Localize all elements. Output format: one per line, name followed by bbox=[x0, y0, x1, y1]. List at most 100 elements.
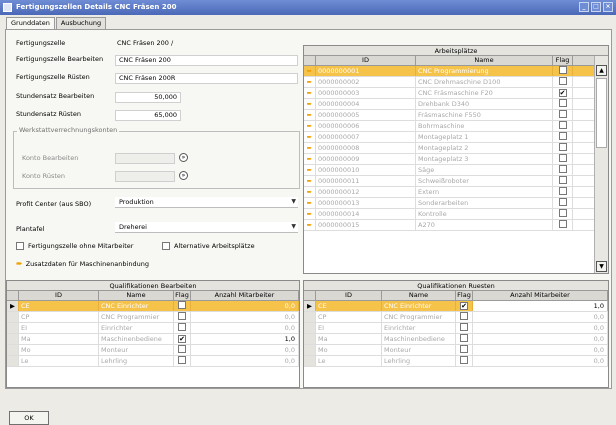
flag-checkbox[interactable] bbox=[558, 66, 567, 74]
flag-checkbox[interactable] bbox=[558, 143, 567, 151]
table-row[interactable]: ➨ 0000000009 Montageplatz 3 bbox=[304, 154, 608, 165]
flag-checkbox[interactable] bbox=[558, 132, 567, 140]
col-id[interactable]: ID bbox=[316, 291, 382, 300]
col-id[interactable]: ID bbox=[19, 291, 99, 300]
flag-checkbox[interactable] bbox=[460, 334, 468, 342]
col-id[interactable]: ID bbox=[316, 56, 416, 65]
cell-anzahl[interactable]: 0,0 bbox=[191, 356, 299, 366]
table-row[interactable]: ➨ 0000000010 Säge bbox=[304, 165, 608, 176]
table-row[interactable]: EI Einrichter 0,0 bbox=[7, 323, 299, 334]
stundensatz-bearbeiten-field[interactable]: 50,000 bbox=[115, 92, 181, 103]
table-row[interactable]: ➨ 0000000003 CNC Fräsmaschine F20 ✔ bbox=[304, 88, 608, 99]
table-row[interactable]: Ma Maschinenbediene 0,0 bbox=[304, 334, 608, 345]
table-row[interactable]: ➨ 0000000012 Extern bbox=[304, 187, 608, 198]
col-name[interactable]: Name bbox=[382, 291, 456, 300]
table-row[interactable]: Le Lehrling 0,0 bbox=[304, 356, 608, 367]
flag-checkbox[interactable] bbox=[178, 301, 186, 309]
table-row[interactable]: ▶ CE CNC Einrichter 0,0 bbox=[7, 301, 299, 312]
konto-bearbeiten-lookup-icon[interactable]: » bbox=[179, 153, 188, 162]
zusatzdaten-link[interactable]: ➨ Zusatzdaten für Maschinenanbindung bbox=[16, 259, 149, 268]
table-row[interactable]: CP CNC Programmier 0,0 bbox=[7, 312, 299, 323]
tab-grunddaten[interactable]: Grunddaten bbox=[6, 17, 55, 29]
col-flag[interactable]: Flag bbox=[456, 291, 473, 300]
cell-anzahl[interactable]: 0,0 bbox=[473, 345, 608, 355]
flag-checkbox[interactable] bbox=[558, 176, 567, 184]
cell-anzahl[interactable]: 0,0 bbox=[473, 334, 608, 344]
table-row[interactable]: Mo Monteur 0,0 bbox=[304, 345, 608, 356]
konto-bearbeiten-field[interactable] bbox=[115, 153, 175, 164]
table-row[interactable]: ➨ 0000000005 Fräsmaschine F550 bbox=[304, 110, 608, 121]
cell-anzahl[interactable]: 0,0 bbox=[191, 312, 299, 322]
flag-checkbox[interactable] bbox=[558, 154, 567, 162]
col-anzahl[interactable]: Anzahl Mitarbeiter bbox=[191, 291, 299, 300]
table-row[interactable]: ➨ 0000000015 A270 bbox=[304, 220, 608, 231]
konto-ruesten-lookup-icon[interactable]: » bbox=[179, 171, 188, 180]
flag-checkbox[interactable] bbox=[558, 110, 567, 118]
cell-anzahl[interactable]: 1,0 bbox=[473, 301, 608, 311]
arbeitsplaetze-scrollbar[interactable]: ▲ ▼ bbox=[594, 56, 608, 273]
stundensatz-ruesten-field[interactable]: 65,000 bbox=[115, 110, 181, 121]
table-row[interactable]: ➨ 0000000001 CNC Programmierung bbox=[304, 66, 608, 77]
cell-anzahl[interactable]: 1,0 bbox=[191, 334, 299, 344]
scroll-down-icon[interactable]: ▼ bbox=[596, 261, 607, 272]
flag-checkbox[interactable] bbox=[460, 312, 468, 320]
scroll-thumb[interactable] bbox=[596, 78, 607, 148]
col-flag[interactable]: Flag bbox=[553, 56, 573, 65]
flag-checkbox[interactable] bbox=[460, 345, 468, 353]
table-row[interactable]: ➨ 0000000011 Schweißroboter bbox=[304, 176, 608, 187]
flag-checkbox[interactable] bbox=[178, 312, 186, 320]
flag-checkbox[interactable] bbox=[460, 323, 468, 331]
ruesten-field[interactable]: CNC Fräsen 200R bbox=[115, 73, 298, 84]
flag-checkbox[interactable] bbox=[178, 323, 186, 331]
konto-ruesten-field[interactable] bbox=[115, 171, 175, 182]
col-name[interactable]: Name bbox=[416, 56, 553, 65]
cell-anzahl[interactable]: 0,0 bbox=[191, 301, 299, 311]
alternative-checkbox[interactable] bbox=[162, 242, 170, 250]
bearbeiten-field[interactable]: CNC Fräsen 200 bbox=[115, 55, 298, 66]
flag-checkbox[interactable] bbox=[558, 220, 567, 228]
profit-center-select[interactable]: Produktion ▼ bbox=[115, 197, 298, 208]
flag-checkbox[interactable] bbox=[558, 187, 567, 195]
cell-anzahl[interactable]: 0,0 bbox=[473, 356, 608, 366]
table-row[interactable]: ➨ 0000000004 Drehbank D340 bbox=[304, 99, 608, 110]
table-row[interactable]: ▶ CE CNC Einrichter ✔ 1,0 bbox=[304, 301, 608, 312]
flag-checkbox[interactable] bbox=[558, 209, 567, 217]
close-button[interactable]: × bbox=[603, 2, 613, 12]
cell-anzahl[interactable]: 0,0 bbox=[191, 323, 299, 333]
flag-checkbox[interactable] bbox=[558, 99, 567, 107]
table-row[interactable]: ➨ 0000000007 Montageplatz 1 bbox=[304, 132, 608, 143]
plantafel-select[interactable]: Dreherei ▼ bbox=[115, 222, 298, 233]
flag-checkbox[interactable] bbox=[178, 356, 186, 364]
flag-checkbox[interactable]: ✔ bbox=[460, 302, 468, 310]
ohne-mitarbeiter-checkbox[interactable] bbox=[16, 242, 24, 250]
table-row[interactable]: Mo Monteur 0,0 bbox=[7, 345, 299, 356]
table-row[interactable]: ➨ 0000000006 Bohrmaschine bbox=[304, 121, 608, 132]
minimize-button[interactable]: _ bbox=[579, 2, 589, 12]
cell-anzahl[interactable]: 0,0 bbox=[473, 312, 608, 322]
flag-checkbox[interactable] bbox=[558, 165, 567, 173]
flag-checkbox[interactable] bbox=[460, 356, 468, 364]
table-row[interactable]: CP CNC Programmier 0,0 bbox=[304, 312, 608, 323]
table-row[interactable]: ➨ 0000000013 Sonderarbeiten bbox=[304, 198, 608, 209]
flag-checkbox[interactable] bbox=[178, 345, 186, 353]
table-row[interactable]: EI Einrichter 0,0 bbox=[304, 323, 608, 334]
table-row[interactable]: ➨ 0000000014 Kontrolle bbox=[304, 209, 608, 220]
table-row[interactable]: ➨ 0000000002 CNC Drehmaschine D100 bbox=[304, 77, 608, 88]
cell-flag bbox=[553, 132, 573, 142]
col-name[interactable]: Name bbox=[99, 291, 174, 300]
cell-anzahl[interactable]: 0,0 bbox=[473, 323, 608, 333]
scroll-up-icon[interactable]: ▲ bbox=[596, 65, 607, 76]
flag-checkbox[interactable]: ✔ bbox=[178, 335, 186, 343]
flag-checkbox[interactable] bbox=[558, 198, 567, 206]
flag-checkbox[interactable] bbox=[558, 121, 567, 129]
col-anzahl[interactable]: Anzahl Mitarbeiter bbox=[473, 291, 608, 300]
col-flag[interactable]: Flag bbox=[174, 291, 191, 300]
table-row[interactable]: Ma Maschinenbediene ✔ 1,0 bbox=[7, 334, 299, 345]
maximize-button[interactable]: □ bbox=[591, 2, 601, 12]
cell-anzahl[interactable]: 0,0 bbox=[191, 345, 299, 355]
table-row[interactable]: Le Lehrling 0,0 bbox=[7, 356, 299, 367]
tab-ausbuchung[interactable]: Ausbuchung bbox=[55, 17, 107, 29]
table-row[interactable]: ➨ 0000000008 Montageplatz 2 bbox=[304, 143, 608, 154]
flag-checkbox[interactable] bbox=[558, 77, 567, 85]
flag-checkbox[interactable]: ✔ bbox=[558, 89, 567, 97]
